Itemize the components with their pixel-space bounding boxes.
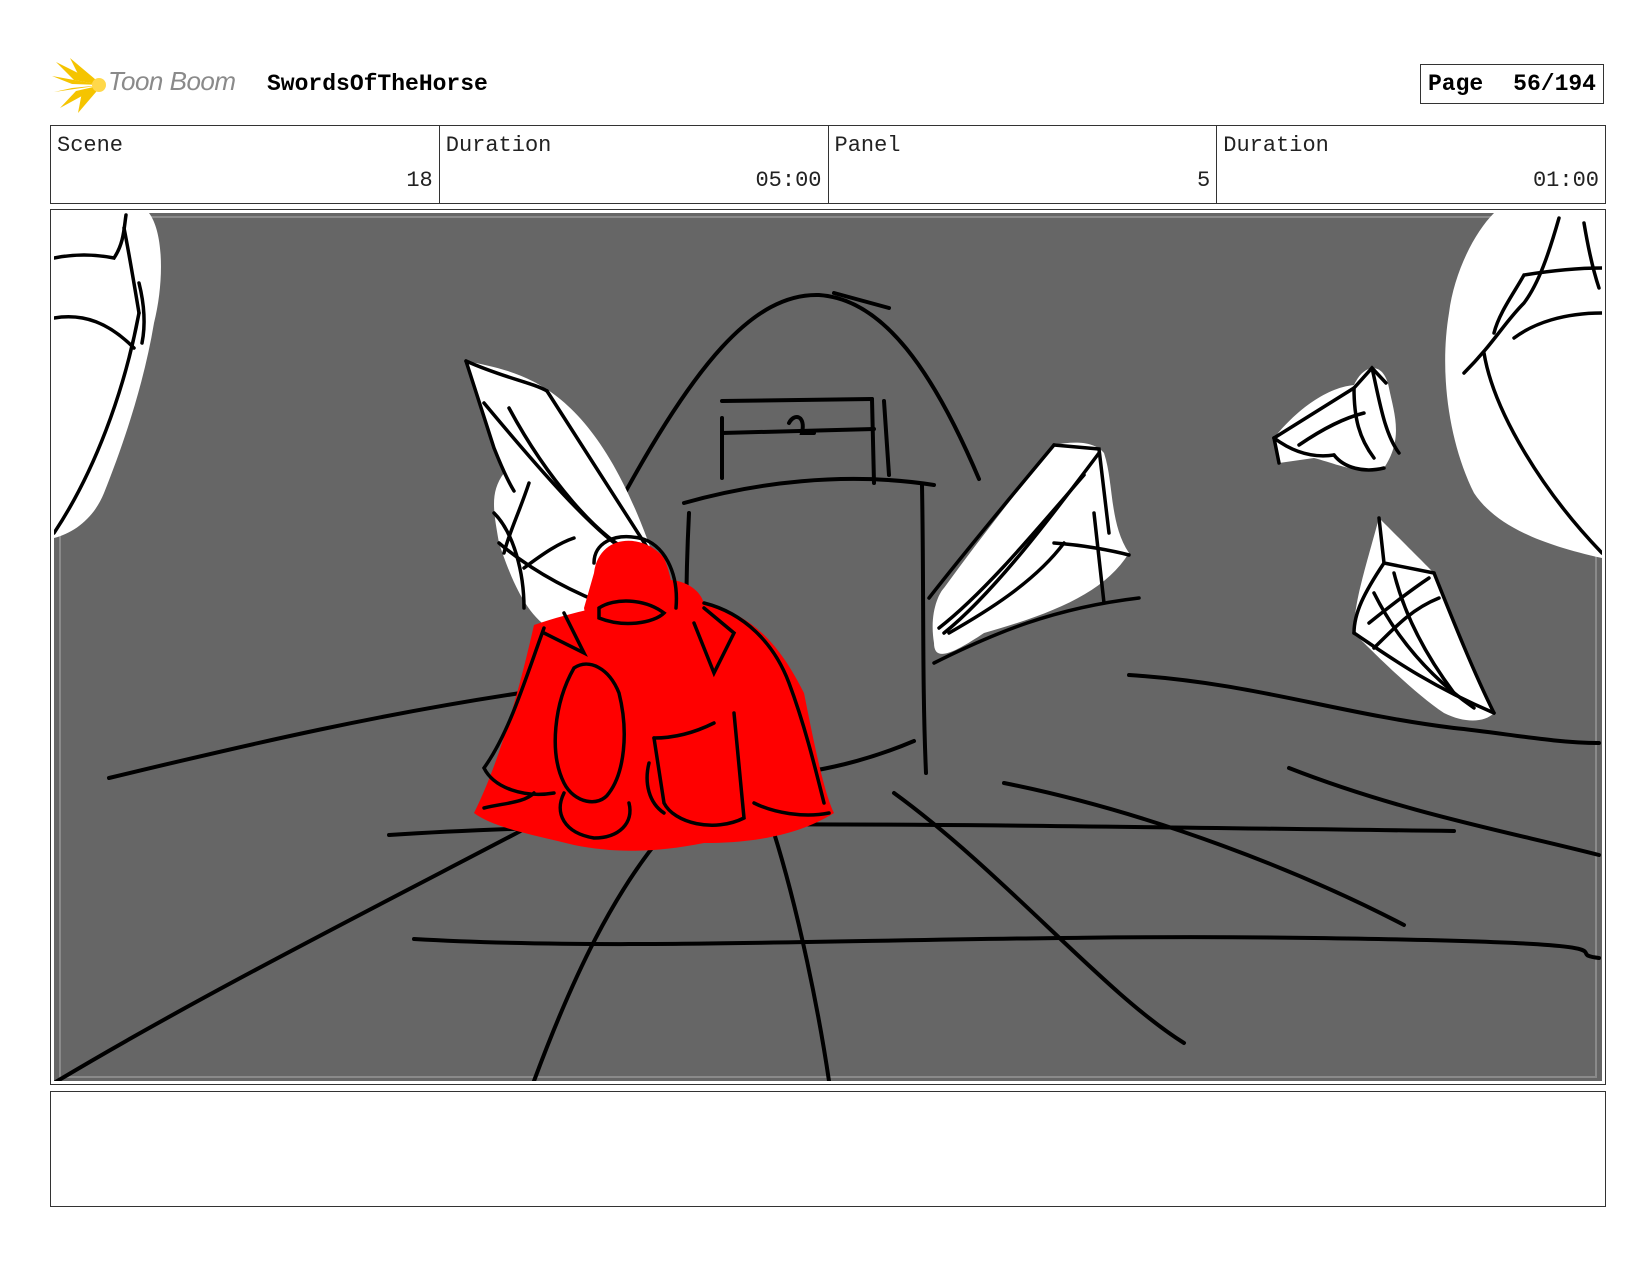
- panel-notes: [50, 1091, 1606, 1207]
- page-indicator: Page 56/194: [1420, 64, 1604, 104]
- panel-drawing: [54, 213, 1602, 1081]
- scene-duration-cell: Duration 05:00: [440, 126, 829, 203]
- toon-boom-logo: Toon Boom: [52, 56, 252, 114]
- scene-duration-label: Duration: [445, 133, 552, 158]
- panel-cell: Panel 5: [829, 126, 1218, 203]
- panel-duration-label: Duration: [1223, 133, 1329, 158]
- panel-value: 5: [1197, 168, 1211, 193]
- page-label: Page: [1428, 71, 1484, 97]
- scene-duration-value: 05:00: [755, 168, 822, 193]
- panel-duration-value: 01:00: [1532, 168, 1599, 193]
- panel-duration-cell: Duration 01:00: [1217, 126, 1605, 203]
- scene-cell: Scene 18: [51, 126, 440, 203]
- panel-label: Panel: [834, 133, 901, 158]
- logo-text: Toon Boom: [108, 66, 236, 96]
- project-title: SwordsOfTheHorse: [267, 71, 488, 97]
- panel-info-table: Scene 18 Duration 05:00 Panel 5 Duration…: [50, 125, 1606, 204]
- scene-label: Scene: [57, 133, 124, 158]
- starburst-icon: [52, 58, 106, 113]
- storyboard-panel: [50, 209, 1606, 1085]
- page-number: 56/194: [1513, 71, 1596, 97]
- scene-value: 18: [406, 168, 433, 193]
